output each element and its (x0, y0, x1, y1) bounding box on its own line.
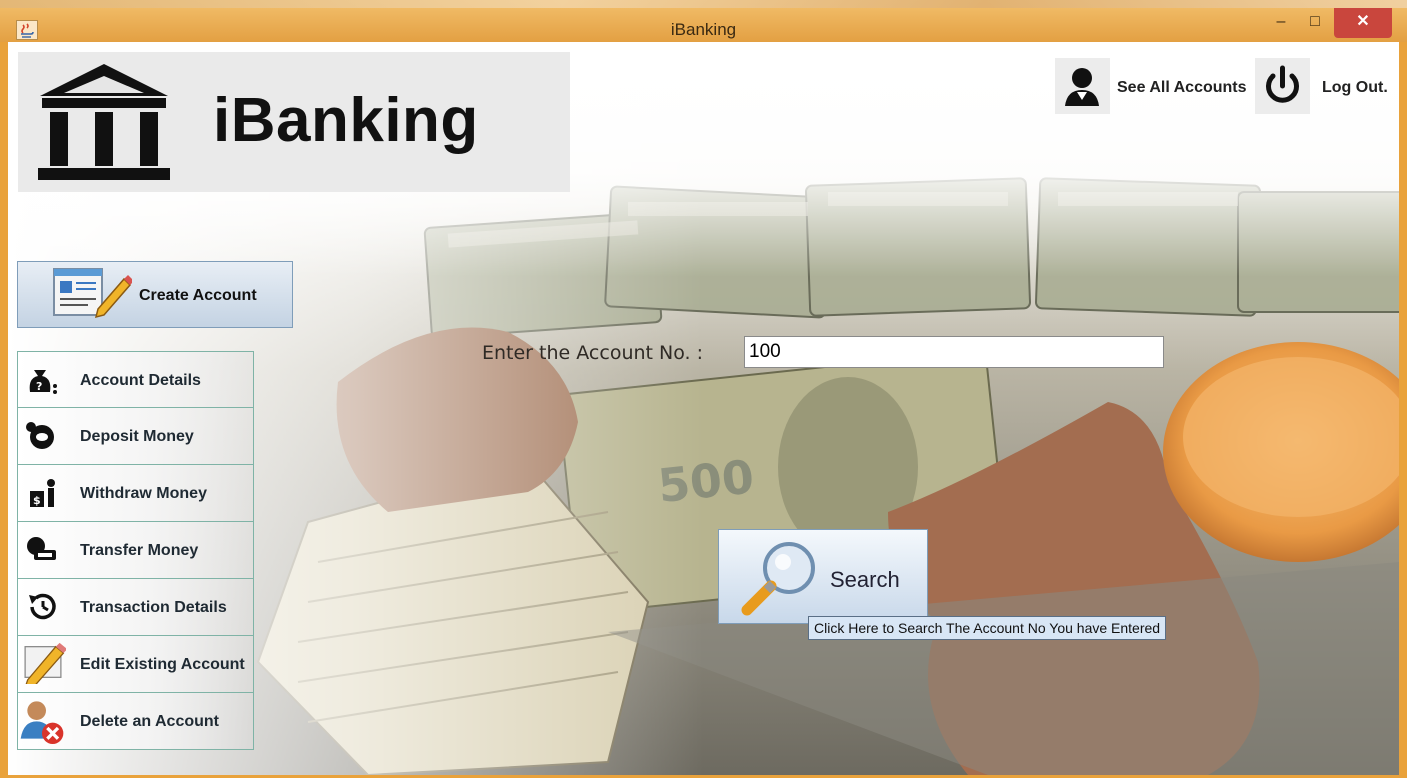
svg-text:?: ? (36, 380, 42, 393)
logo-panel: iBanking (18, 52, 570, 192)
title-bar[interactable]: iBanking ‒ □ ✕ (0, 0, 1407, 42)
coin-deposit-icon (26, 422, 54, 449)
sidebar-item-label: Withdraw Money (80, 485, 207, 502)
search-tooltip: Click Here to Search The Account No You … (808, 616, 1167, 640)
sidebar-item-account-details[interactable]: ? Account Details (17, 351, 254, 408)
bank-building-icon (38, 64, 170, 180)
window-title: iBanking (670, 20, 737, 39)
delete-user-icon (20, 701, 64, 744)
power-icon (1266, 65, 1299, 103)
money-bag-question-icon: ? (29, 370, 57, 394)
sidebar-item-label: Delete an Account (80, 713, 219, 730)
sidebar-item-label: Account Details (80, 372, 201, 389)
see-all-accounts-button[interactable] (1055, 58, 1110, 114)
edit-pencil-icon (24, 642, 66, 684)
taskbar-strip (0, 0, 1407, 8)
svg-text:$: $ (33, 494, 41, 507)
sidebar-item-label: Transaction Details (80, 599, 227, 616)
main-panel: 500 (8, 42, 1399, 775)
history-icon (29, 593, 56, 620)
log-out-label[interactable]: Log Out. (1322, 79, 1388, 97)
sidebar-item-transaction-details[interactable]: Transaction Details (17, 579, 254, 636)
user-icon (1065, 68, 1099, 106)
search-button[interactable]: Search (718, 529, 928, 624)
maximize-button[interactable]: □ (1300, 8, 1330, 38)
brand-title: iBanking (213, 86, 479, 155)
form-pencil-icon (53, 268, 132, 319)
close-button[interactable]: ✕ (1334, 8, 1392, 38)
create-account-label: Create Account (139, 287, 257, 304)
sidebar-item-label: Deposit Money (80, 428, 194, 445)
sidebar-item-withdraw-money[interactable]: $ Withdraw Money (17, 465, 254, 522)
sidebar-menu: ? Account Details Deposit Money $ Withdr… (17, 351, 254, 750)
create-account-button[interactable]: Create Account (17, 261, 293, 328)
sidebar-item-delete-an-account[interactable]: Delete an Account (17, 693, 254, 750)
sidebar-item-edit-existing-account[interactable]: Edit Existing Account (17, 636, 254, 693)
money-transfer-icon (27, 537, 56, 560)
sidebar-item-transfer-money[interactable]: Transfer Money (17, 522, 254, 579)
sidebar-item-label: Edit Existing Account (80, 656, 245, 673)
app-window: iBanking ‒ □ ✕ iBanking See All Accounts… (0, 0, 1407, 778)
account-number-label: Enter the Account No. : (482, 342, 703, 364)
see-all-accounts-label[interactable]: See All Accounts (1117, 79, 1247, 97)
sidebar-item-label: Transfer Money (80, 542, 199, 559)
log-out-button[interactable] (1255, 58, 1310, 114)
sidebar-item-deposit-money[interactable]: Deposit Money (17, 408, 254, 465)
account-number-input[interactable] (744, 336, 1164, 368)
search-button-label: Search (830, 567, 900, 592)
magnifier-icon (741, 542, 815, 616)
withdraw-person-icon: $ (30, 479, 55, 507)
minimize-button[interactable]: ‒ (1266, 8, 1296, 38)
